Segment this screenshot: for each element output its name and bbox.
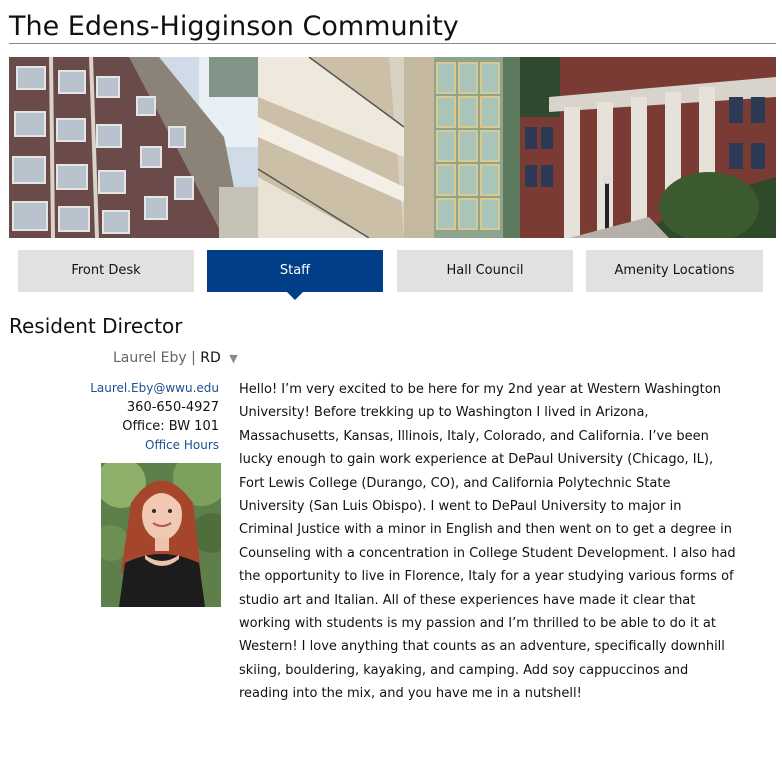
contact-info: Laurel.Eby@wwu.edu 360-650-4927 Office: … [40,379,219,455]
email-link[interactable]: Laurel.Eby@wwu.edu [40,379,219,398]
section-heading: Resident Director [9,314,183,338]
phone-number: 360-650-4927 [126,400,219,415]
staff-separator: | [191,350,196,366]
tab-hall-council[interactable]: Hall Council [397,250,573,292]
office-hours-link[interactable]: Office Hours [40,436,219,455]
header-banner-photos [9,57,776,238]
staff-bio: Hello! I’m very excited to be here for m… [239,382,736,702]
triangle-down-icon: ▼ [229,352,238,365]
staff-portrait [101,463,221,607]
office-location: Office: BW 101 [122,419,219,434]
banner-photo-brick-building [9,57,258,238]
staff-name: Laurel Eby [113,350,187,366]
banner-photo-balconies [257,57,520,238]
active-tab-pointer-icon [287,292,303,300]
staff-member-dropdown[interactable]: Laurel Eby | RD ▼ [113,347,238,370]
tab-staff[interactable]: Staff [207,250,383,300]
site-title: The Edens-Higginson Community [9,10,776,44]
tab-staff-label: Staff [279,263,311,278]
tab-amenity-locations[interactable]: Amenity Locations [586,250,763,292]
banner-photo-columned-hall [520,57,776,238]
section-nav: Front Desk Staff Hall Council Amenity Lo… [18,250,763,300]
staff-role: RD [200,350,221,366]
tab-front-desk[interactable]: Front Desk [18,250,194,292]
